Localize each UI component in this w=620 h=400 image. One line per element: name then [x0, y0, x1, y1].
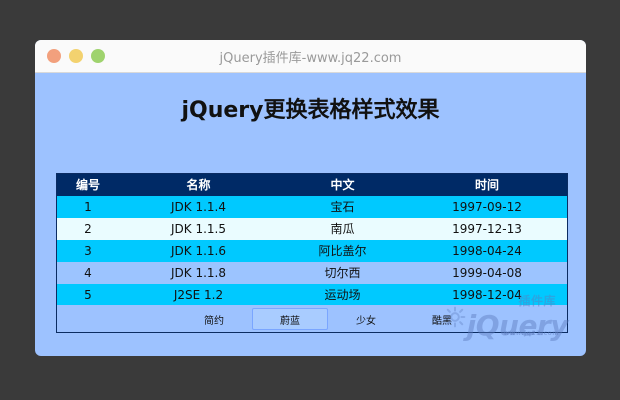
window-title: jQuery插件库-www.jq22.com — [219, 50, 402, 66]
table-row: 1 JDK 1.1.4 宝石 1997-09-12 — [57, 195, 567, 218]
gear-icon — [444, 306, 466, 328]
cell-chinese: 宝石 — [278, 195, 407, 218]
cell-name: JDK 1.1.8 — [119, 261, 278, 284]
cell-name: JDK 1.1.5 — [119, 217, 278, 240]
page-title: jQuery更换表格样式效果 — [181, 98, 440, 123]
cell-id: 3 — [57, 239, 119, 262]
header-id: 编号 — [57, 174, 119, 196]
cell-chinese: 阿比盖尔 — [278, 239, 407, 262]
table-header: 编号 名称 中文 时间 — [57, 174, 567, 196]
browser-window: jQuery插件库-www.jq22.com jQuery更换表格样式效果 编号… — [35, 40, 586, 356]
table-row: 2 JDK 1.1.5 南瓜 1997-12-13 — [57, 217, 567, 240]
cell-date: 1997-12-13 — [407, 217, 567, 240]
cell-chinese: 运动场 — [278, 283, 407, 305]
table-row: 4 JDK 1.1.8 切尔西 1999-04-08 — [57, 261, 567, 284]
maximize-icon[interactable] — [91, 49, 105, 63]
cell-date: 1998-04-24 — [407, 239, 567, 262]
data-table: 编号 名称 中文 时间 1 JDK 1.1.4 宝石 1997-09-12 2 — [57, 174, 567, 305]
watermark-url: www.jq22.com — [503, 330, 559, 337]
table-row: 3 JDK 1.1.6 阿比盖尔 1998-04-24 — [57, 239, 567, 262]
jquery-watermark: 插件库 jQuery www.jq22.com — [442, 294, 569, 340]
theme-button-azure[interactable]: 蔚蓝 — [252, 308, 328, 330]
content-area: jQuery更换表格样式效果 编号 名称 中文 时间 1 JDK 1.1.4 宝… — [35, 73, 586, 356]
cell-id: 1 — [57, 195, 119, 218]
cell-date: 1997-09-12 — [407, 195, 567, 218]
cell-name: JDK 1.1.4 — [119, 195, 278, 218]
theme-button-simple[interactable]: 简约 — [176, 308, 252, 330]
header-date: 时间 — [407, 174, 567, 196]
cell-chinese: 切尔西 — [278, 261, 407, 284]
header-chinese: 中文 — [278, 174, 407, 196]
cell-id: 5 — [57, 283, 119, 305]
table-body: 1 JDK 1.1.4 宝石 1997-09-12 2 JDK 1.1.5 南瓜… — [57, 195, 567, 305]
minimize-icon[interactable] — [69, 49, 83, 63]
close-icon[interactable] — [47, 49, 61, 63]
theme-button-girl[interactable]: 少女 — [328, 308, 404, 330]
header-name: 名称 — [119, 174, 278, 196]
cell-id: 2 — [57, 217, 119, 240]
cell-date: 1999-04-08 — [407, 261, 567, 284]
cell-id: 4 — [57, 261, 119, 284]
window-controls — [47, 49, 105, 63]
header-row: 编号 名称 中文 时间 — [57, 174, 567, 196]
cell-name: J2SE 1.2 — [119, 283, 278, 305]
cell-chinese: 南瓜 — [278, 217, 407, 240]
watermark-chinese: 插件库 — [518, 294, 556, 308]
cell-name: JDK 1.1.6 — [119, 239, 278, 262]
title-bar: jQuery插件库-www.jq22.com — [35, 40, 586, 73]
